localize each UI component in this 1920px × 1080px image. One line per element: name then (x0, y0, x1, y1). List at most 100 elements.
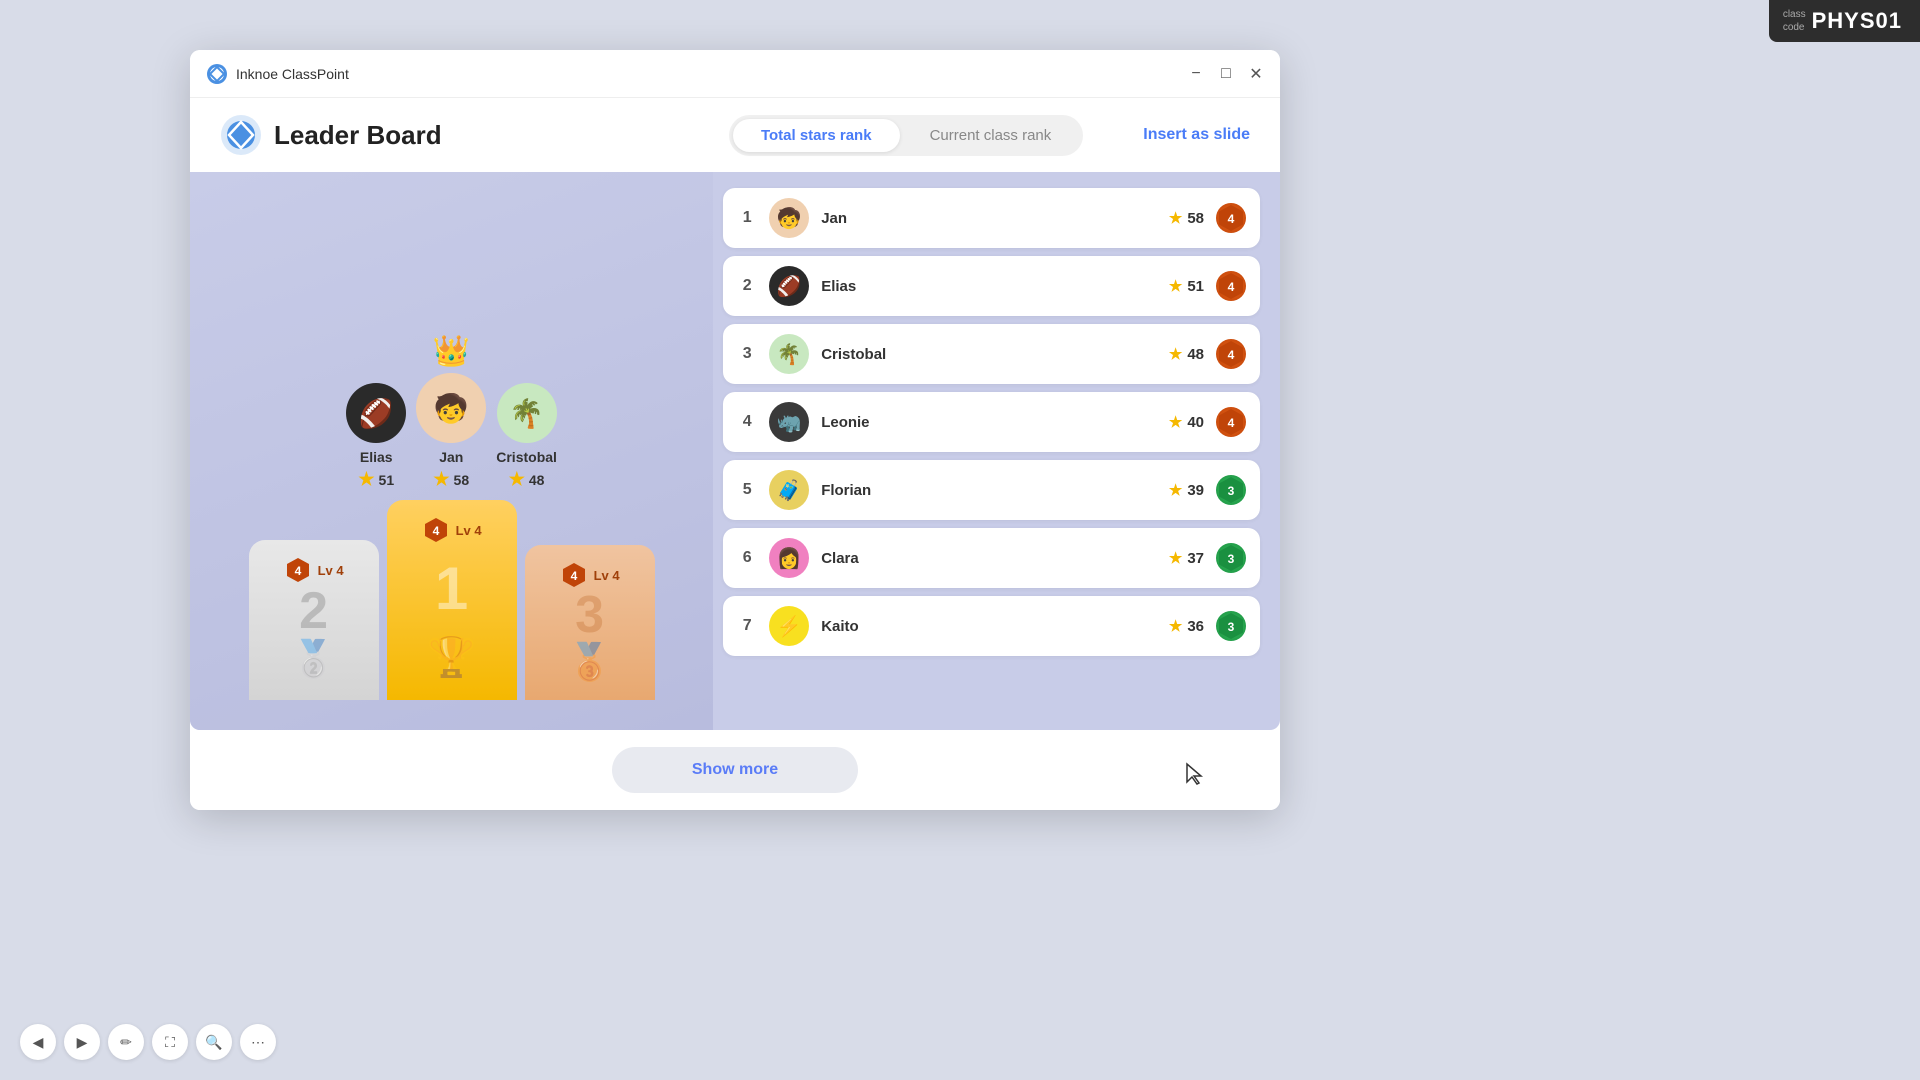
svg-text:4: 4 (1228, 212, 1235, 226)
lb-name-cristobal: Cristobal (821, 346, 1157, 363)
lb-stars-jan: ★ 58 (1169, 209, 1204, 227)
footer: Show more (190, 730, 1280, 810)
avatar-elias: 🏈 (346, 383, 406, 443)
lb-level-jan: 4 (1216, 203, 1246, 233)
tab-total-stars[interactable]: Total stars rank (733, 119, 900, 152)
content-area: 🏈 Elias ★ 51 👑 🧒 Jan ★ (190, 172, 1280, 730)
stars-jan: ★ 58 (433, 469, 469, 490)
lb-avatar-florian: 🧳 (769, 470, 809, 510)
name-cristobal: Cristobal (496, 449, 557, 465)
lb-level-clara: 3 (1216, 543, 1246, 573)
lb-avatar-clara: 👩 (769, 538, 809, 578)
avatar-jan: 🧒 (416, 373, 486, 443)
podium-blocks: 4 Lv 4 2 🥈 4 (249, 500, 655, 700)
svg-text:3: 3 (1228, 620, 1235, 634)
titlebar: Inknoe ClassPoint − □ ✕ (190, 50, 1280, 98)
taskbar-back-button[interactable]: ◀ (20, 1024, 56, 1060)
taskbar-more-button[interactable]: ⋯ (240, 1024, 276, 1060)
tab-current-class[interactable]: Current class rank (902, 119, 1080, 152)
stars-elias: ★ 51 (358, 469, 394, 490)
class-code-badge: classcode PHYS01 (1769, 0, 1920, 42)
taskbar-zoom-button[interactable]: 🔍 (196, 1024, 232, 1060)
window-controls: − □ ✕ (1188, 66, 1264, 82)
app-title: Inknoe ClassPoint (236, 66, 1188, 82)
avatar-cristobal: 🌴 (497, 383, 557, 443)
svg-text:4: 4 (570, 569, 577, 583)
level-hex-jan: 4 (1216, 203, 1246, 233)
contestants: 🏈 Elias ★ 51 👑 🧒 Jan ★ (346, 334, 557, 490)
leaderboard-row-6: 6 👩 Clara ★ 37 3 (723, 528, 1260, 588)
minimize-button[interactable]: − (1188, 66, 1204, 82)
badge-rank3: 4 Lv 4 (560, 561, 620, 589)
stars-cristobal: ★ 48 (509, 469, 545, 490)
lb-level-florian: 3 (1216, 475, 1246, 505)
leaderboard-row-5: 5 🧳 Florian ★ 39 3 (723, 460, 1260, 520)
class-code-label: classcode (1783, 8, 1806, 34)
hex-icon-rank1: 4 (422, 516, 450, 544)
lb-level-leonie: 4 (1216, 407, 1246, 437)
lb-avatar-elias: 🏈 (769, 266, 809, 306)
lb-avatar-cristobal: 🌴 (769, 334, 809, 374)
tab-group: Total stars rank Current class rank (729, 115, 1083, 156)
lb-name-kaito: Kaito (821, 618, 1157, 635)
lb-avatar-kaito: ⚡ (769, 606, 809, 646)
hex-icon-rank2: 4 (284, 556, 312, 584)
lb-name-leonie: Leonie (821, 414, 1157, 431)
podium-block-1: 4 Lv 4 1 🏆 (387, 500, 517, 700)
lb-avatar-jan: 🧒 (769, 198, 809, 238)
leaderboard-row-7: 7 ⚡ Kaito ★ 36 3 (723, 596, 1260, 656)
svg-text:4: 4 (432, 524, 439, 538)
lb-name-florian: Florian (821, 482, 1157, 499)
lb-stars-clara: ★ 37 (1169, 549, 1204, 567)
svg-text:4: 4 (1228, 280, 1235, 294)
lb-name-jan: Jan (821, 210, 1157, 227)
taskbar: ◀ ▶ ✏ ⛶ 🔍 ⋯ (20, 1024, 276, 1060)
header-logo-title: Leader Board (220, 114, 729, 156)
podium-section: 🏈 Elias ★ 51 👑 🧒 Jan ★ (190, 172, 713, 730)
svg-text:3: 3 (1228, 552, 1235, 566)
hex-icon-rank3: 4 (560, 561, 588, 589)
leaderboard-row-1: 1 🧒 Jan ★ 58 4 (723, 188, 1260, 248)
lb-name-elias: Elias (821, 278, 1157, 295)
lb-level-elias: 4 (1216, 271, 1246, 301)
leaderboard-row-4: 4 🦏 Leonie ★ 40 4 (723, 392, 1260, 452)
lb-stars-leonie: ★ 40 (1169, 413, 1204, 431)
contestant-rank3: 🌴 Cristobal ★ 48 (496, 383, 557, 490)
lb-stars-kaito: ★ 36 (1169, 617, 1204, 635)
header: Leader Board Total stars rank Current cl… (190, 98, 1280, 172)
podium-block-3: 4 Lv 4 3 🥉 (525, 545, 655, 700)
svg-text:4: 4 (1228, 416, 1235, 430)
header-logo (220, 114, 262, 156)
taskbar-pen-button[interactable]: ✏ (108, 1024, 144, 1060)
insert-as-slide-button[interactable]: Insert as slide (1143, 126, 1250, 144)
lb-stars-elias: ★ 51 (1169, 277, 1204, 295)
lb-stars-florian: ★ 39 (1169, 481, 1204, 499)
lb-avatar-leonie: 🦏 (769, 402, 809, 442)
lb-level-kaito: 3 (1216, 611, 1246, 641)
lb-level-cristobal: 4 (1216, 339, 1246, 369)
lb-stars-cristobal: ★ 48 (1169, 345, 1204, 363)
leaderboard-section: 1 🧒 Jan ★ 58 4 2 (713, 172, 1280, 730)
badge-rank1: 4 Lv 4 (422, 516, 482, 544)
lb-name-clara: Clara (821, 550, 1157, 567)
crown-icon: 👑 (433, 334, 470, 369)
taskbar-fullscreen-button[interactable]: ⛶ (152, 1024, 188, 1060)
close-button[interactable]: ✕ (1248, 66, 1264, 82)
show-more-button[interactable]: Show more (612, 747, 858, 793)
contestant-rank2: 🏈 Elias ★ 51 (346, 383, 406, 490)
name-elias: Elias (360, 449, 393, 465)
leaderboard-row-3: 3 🌴 Cristobal ★ 48 4 (723, 324, 1260, 384)
svg-text:4: 4 (294, 564, 301, 578)
page-title: Leader Board (274, 120, 442, 151)
class-code-value: PHYS01 (1812, 8, 1902, 34)
svg-text:3: 3 (1228, 484, 1235, 498)
contestant-rank1: 👑 🧒 Jan ★ 58 (416, 334, 486, 490)
app-logo (206, 63, 228, 85)
name-jan: Jan (439, 449, 463, 465)
podium-block-2: 4 Lv 4 2 🥈 (249, 540, 379, 700)
taskbar-forward-button[interactable]: ▶ (64, 1024, 100, 1060)
maximize-button[interactable]: □ (1218, 66, 1234, 82)
main-window: Inknoe ClassPoint − □ ✕ Leader Board Tot… (190, 50, 1280, 810)
badge-rank2: 4 Lv 4 (284, 556, 344, 584)
leaderboard-row-2: 2 🏈 Elias ★ 51 4 (723, 256, 1260, 316)
